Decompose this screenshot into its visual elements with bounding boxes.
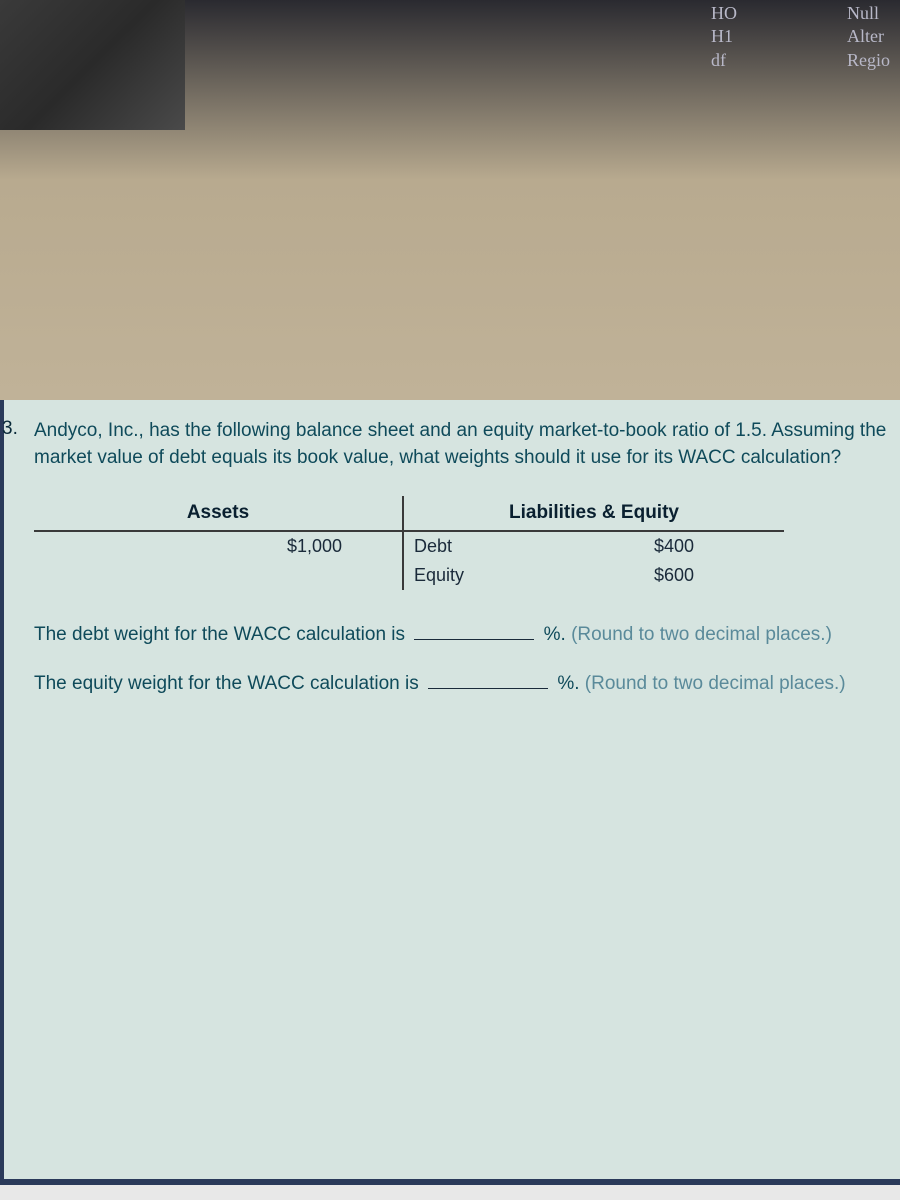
question-number: 3. [2,418,18,440]
bottom-strip [0,1185,900,1200]
equity-weight-prefix: The equity weight for the WACC calculati… [34,673,419,694]
question-panel: 3. Andyco, Inc., has the following balan… [0,400,900,1185]
label-text: df [711,49,737,72]
equity-weight-hint: (Round to two decimal places.) [585,673,846,694]
equity-value: $600 [654,565,774,586]
equity-label: Equity [414,565,654,586]
table-header-assets: Assets [34,496,404,532]
handwritten-labels: HO H1 df Null Alter Regio [711,0,890,72]
assets-value: $1,000 [272,536,392,557]
debt-weight-hint: (Round to two decimal places.) [571,624,832,645]
balance-sheet-table: Assets Liabilities & Equity $1,000 Debt … [34,496,784,590]
debt-weight-blank[interactable] [414,639,534,640]
photo-corner [0,0,185,130]
equity-weight-suffix: %. [557,673,579,694]
table-header-liabilities: Liabilities & Equity [404,496,784,532]
assets-label [44,536,272,557]
debt-weight-prefix: The debt weight for the WACC calculation… [34,624,405,645]
label-text: Null [847,2,890,25]
label-text: H1 [711,25,737,48]
label-text: Regio [847,49,890,72]
debt-label: Debt [414,536,654,557]
label-text: Alter [847,25,890,48]
debt-weight-line: The debt weight for the WACC calculation… [34,620,890,650]
label-text: HO [711,2,737,25]
debt-weight-suffix: %. [544,624,566,645]
top-background: HO H1 df Null Alter Regio [0,0,900,400]
equity-weight-line: The equity weight for the WACC calculati… [34,669,890,699]
debt-value: $400 [654,536,774,557]
equity-weight-blank[interactable] [428,688,548,689]
question-text: Andyco, Inc., has the following balance … [34,418,890,471]
